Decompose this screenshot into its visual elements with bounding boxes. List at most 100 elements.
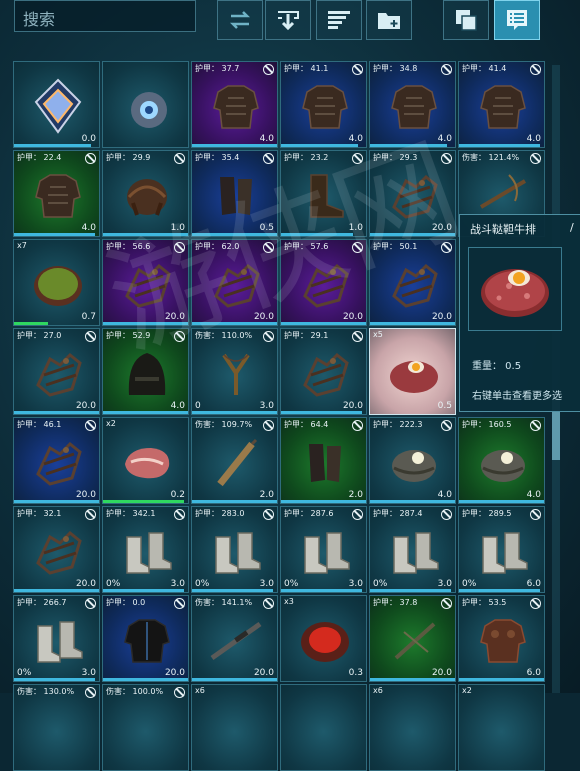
no-drop-icon: [352, 509, 363, 520]
inventory-slot[interactable]: 护甲： 32.1 20.0: [13, 506, 100, 593]
inventory-slot[interactable]: x2 0.2: [102, 417, 189, 504]
slot-stat: 护甲： 41.1: [284, 64, 329, 73]
slot-weight: 2.0: [259, 490, 274, 500]
inventory-slot[interactable]: 护甲： 23.2 1.0: [280, 150, 367, 237]
inventory-slot[interactable]: 护甲： 56.6 20.0: [102, 239, 189, 326]
inventory-slot[interactable]: 伤害： 109.7% 2.0: [191, 417, 278, 504]
inventory-slot[interactable]: x6: [369, 684, 456, 771]
inventory-slot[interactable]: 护甲： 283.0 3.0 0%: [191, 506, 278, 593]
crossbow2-icon: [386, 612, 442, 668]
slot-stat: 护甲： 34.8: [373, 64, 418, 73]
slot-weight: 0.7: [81, 312, 96, 322]
slot-weight: 4.0: [259, 134, 274, 144]
inventory-slot[interactable]: 护甲： 29.3 20.0: [369, 150, 456, 237]
inventory-slot[interactable]: 伤害： 130.0%: [13, 684, 100, 771]
inventory-slot[interactable]: 护甲： 29.9 1.0: [102, 150, 189, 237]
no-drop-icon: [441, 153, 452, 164]
durability-bar: [14, 411, 99, 414]
slot-stat: 护甲： 46.1: [17, 420, 62, 429]
inventory-slot[interactable]: [280, 684, 367, 771]
inventory-slot[interactable]: 护甲： 22.4 4.0: [13, 150, 100, 237]
inventory-slot[interactable]: 护甲： 46.1 20.0: [13, 417, 100, 504]
inventory-slot[interactable]: x2: [458, 684, 545, 771]
slot-percent: 0%: [284, 579, 299, 589]
slot-stat: 护甲： 0.0: [106, 598, 146, 607]
new-folder-button[interactable]: [366, 0, 412, 40]
slot-weight: 20.0: [75, 401, 96, 411]
slot-stat: 护甲： 37.7: [195, 64, 240, 73]
slot-stat: 护甲： 160.5: [462, 420, 512, 429]
inventory-slot[interactable]: x3 0.3: [280, 595, 367, 682]
no-drop-icon: [441, 242, 452, 253]
inventory-slot[interactable]: 护甲： 37.7 4.0: [191, 61, 278, 148]
inventory-slot[interactable]: 护甲： 50.1 20.0: [369, 239, 456, 326]
inventory-slot[interactable]: x6: [191, 684, 278, 771]
inventory-slot[interactable]: 伤害： 141.1% 20.0: [191, 595, 278, 682]
tooltip-weight: 重量： 0.5: [472, 361, 522, 372]
no-drop-icon: [85, 509, 96, 520]
inventory-slot[interactable]: 护甲： 287.4 3.0 0%: [369, 506, 456, 593]
saddle-icon: [386, 167, 442, 223]
saddle-icon: [297, 256, 353, 312]
inventory-slot[interactable]: 护甲： 41.1 4.0: [280, 61, 367, 148]
rifle-icon: [208, 612, 264, 668]
inventory-slot[interactable]: 护甲： 289.5 6.0 0%: [458, 506, 545, 593]
no-drop-icon: [441, 598, 452, 609]
details-button[interactable]: [494, 0, 540, 40]
slot-stat: x6: [195, 686, 205, 695]
slot-weight: 4.0: [526, 490, 541, 500]
inventory-slot[interactable]: 护甲： 34.8 4.0: [369, 61, 456, 148]
search-input[interactable]: 搜索: [14, 0, 196, 32]
minerhelm-icon: [386, 434, 442, 490]
inventory-slot[interactable]: 护甲： 222.3 4.0: [369, 417, 456, 504]
inventory-slot[interactable]: 护甲： 342.1 3.0 0%: [102, 506, 189, 593]
inventory-slot[interactable]: 护甲： 41.4 4.0: [458, 61, 545, 148]
transfer-icon: [229, 11, 251, 29]
inventory-slot[interactable]: 护甲： 57.6 20.0: [280, 239, 367, 326]
hazboots-icon: [119, 523, 175, 579]
inventory-slot[interactable]: 护甲： 0.0 20.0: [102, 595, 189, 682]
club-icon: [208, 434, 264, 490]
inventory-slot[interactable]: 护甲： 37.8 20.0: [369, 595, 456, 682]
stack-button[interactable]: [443, 0, 489, 40]
slot-stat: 护甲： 266.7: [17, 598, 67, 607]
gloves-icon: [297, 434, 353, 490]
transfer-button[interactable]: [217, 0, 263, 40]
inventory-slot[interactable]: 护甲： 62.0 20.0: [191, 239, 278, 326]
slot-weight: 1.0: [170, 223, 185, 233]
chest-icon: [475, 78, 531, 134]
inventory-slot[interactable]: 0.0: [13, 61, 100, 148]
durability-bar: [281, 500, 366, 503]
inventory-slot[interactable]: x5 0.5: [369, 328, 456, 415]
inventory-slot[interactable]: 护甲： 52.9 4.0: [102, 328, 189, 415]
drop-button[interactable]: [265, 0, 311, 40]
chest-icon: [386, 78, 442, 134]
inventory-slot[interactable]: 伤害： 100.0%: [102, 684, 189, 771]
slot-weight: 20.0: [431, 312, 452, 322]
no-drop-icon: [174, 153, 185, 164]
no-drop-icon: [263, 509, 274, 520]
inventory-slot[interactable]: x7 0.7: [13, 239, 100, 326]
inventory-slot[interactable]: 护甲： 64.4 2.0: [280, 417, 367, 504]
durability-bar: [370, 233, 455, 236]
inventory-slot[interactable]: 护甲： 27.0 20.0: [13, 328, 100, 415]
inventory-slot[interactable]: 护甲： 35.4 0.5: [191, 150, 278, 237]
sort-button[interactable]: [316, 0, 362, 40]
redbowl-icon: [297, 612, 353, 668]
search-placeholder: 搜索: [23, 10, 56, 29]
saddle-icon: [30, 434, 86, 490]
inventory-slot[interactable]: 护甲： 266.7 3.0 0%: [13, 595, 100, 682]
inventory-slot[interactable]: 护甲： 29.1 20.0: [280, 328, 367, 415]
slot-stat: 护甲： 52.9: [106, 331, 151, 340]
inventory-slot[interactable]: 护甲： 287.6 3.0 0%: [280, 506, 367, 593]
slot-stat: 护甲： 287.6: [284, 509, 334, 518]
inventory-slot[interactable]: [102, 61, 189, 148]
inventory-slot[interactable]: 护甲： 160.5 4.0: [458, 417, 545, 504]
inventory-slot[interactable]: 护甲： 53.5 6.0: [458, 595, 545, 682]
saddle-icon: [208, 256, 264, 312]
durability-bar: [103, 411, 188, 414]
tooltip-hint: 右键单击查看更多选: [472, 391, 562, 402]
slot-weight: 20.0: [253, 312, 274, 322]
slot-stat: 护甲： 50.1: [373, 242, 418, 251]
inventory-slot[interactable]: 伤害： 110.0% 3.0 0: [191, 328, 278, 415]
